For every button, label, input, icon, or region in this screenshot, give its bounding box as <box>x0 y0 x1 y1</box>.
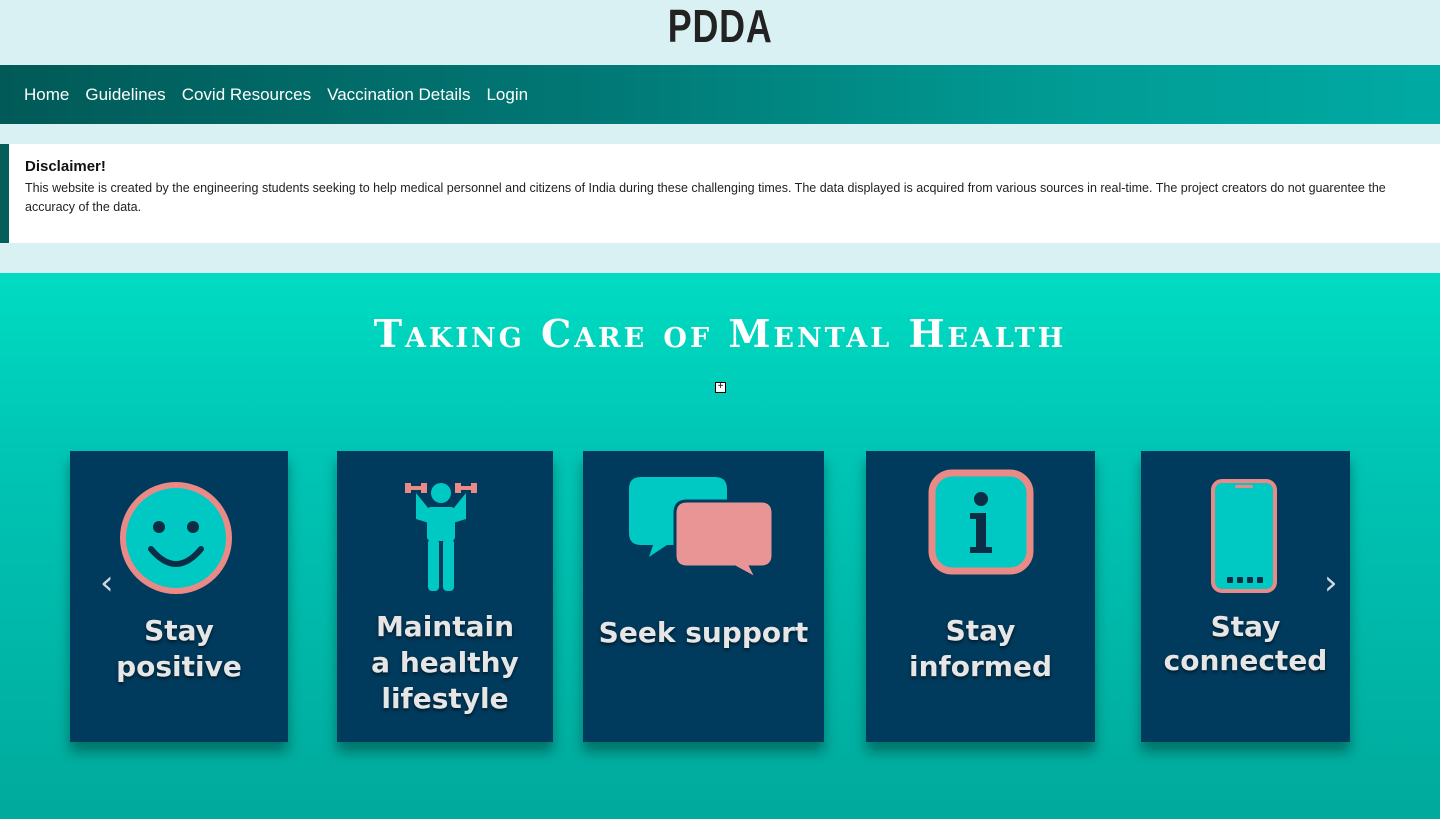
nav-guidelines[interactable]: Guidelines <box>85 85 165 105</box>
card-label-line1: Stay <box>945 614 1016 647</box>
mental-health-section: Taking Care of Mental Health + Stay posi… <box>0 273 1440 819</box>
card-label-line3: lifestyle <box>381 682 509 715</box>
section-title: Taking Care of Mental Health <box>373 311 1067 356</box>
carousel-card-stay-informed[interactable]: Stay informed <box>866 451 1095 742</box>
card-label-line2: a healthy <box>371 646 519 679</box>
nav-home[interactable]: Home <box>24 85 69 105</box>
card-label-line2: connected <box>1163 644 1328 677</box>
main-navbar: Home Guidelines Covid Resources Vaccinat… <box>0 65 1440 124</box>
card-label-line1: Stay <box>144 614 214 647</box>
carousel-card-healthy-lifestyle[interactable]: Maintain a healthy lifestyle <box>337 451 553 742</box>
smartphone-icon <box>1211 479 1277 593</box>
card-label-line1: Stay <box>1210 610 1281 643</box>
card-label-line1: Seek support <box>598 616 809 649</box>
carousel-prev-arrow-icon[interactable]: ‹ <box>100 563 114 603</box>
disclaimer-box: Disclaimer! This website is created by t… <box>0 144 1440 243</box>
carousel-card-seek-support[interactable]: Seek support <box>583 451 824 742</box>
card-label-line2: positive <box>116 650 242 683</box>
nav-login[interactable]: Login <box>486 85 528 105</box>
carousel-next-arrow-icon[interactable]: › <box>1324 563 1338 603</box>
broken-image-icon: + <box>715 382 726 393</box>
card-label-line2: informed <box>909 650 1052 683</box>
site-logo[interactable]: PDDA <box>668 0 773 52</box>
carousel-card-stay-connected[interactable]: Stay connected <box>1141 451 1350 742</box>
disclaimer-text: This website is created by the engineeri… <box>25 181 1386 214</box>
nav-vaccination-details[interactable]: Vaccination Details <box>327 85 470 105</box>
site-header: PDDA <box>0 0 1440 65</box>
disclaimer-title: Disclaimer! <box>25 158 106 175</box>
exercise-person-icon <box>405 483 477 591</box>
nav-covid-resources[interactable]: Covid Resources <box>182 85 311 105</box>
card-label-line1: Maintain <box>375 610 515 643</box>
info-icon <box>928 469 1034 575</box>
smiley-icon <box>120 482 232 594</box>
chat-bubbles-icon <box>629 477 775 581</box>
